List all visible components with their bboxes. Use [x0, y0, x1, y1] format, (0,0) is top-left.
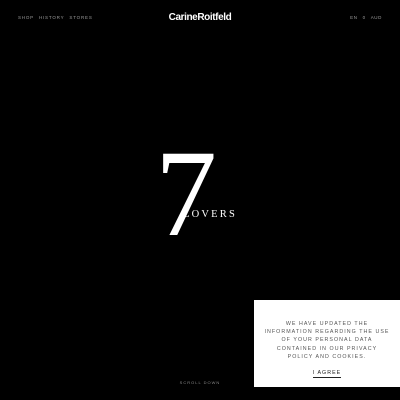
hero-number: 7	[155, 125, 217, 262]
hero-title: LOVERS	[183, 209, 238, 220]
page: SHOP HISTORY STORES CarineRoitfeld EN 0 …	[0, 0, 400, 400]
cookie-message: WE HAVE UPDATED THE INFORMATION REGARDIN…	[264, 321, 390, 360]
cookie-agree-button[interactable]: I AGREE	[312, 370, 342, 378]
cookie-notice: WE HAVE UPDATED THE INFORMATION REGARDIN…	[254, 300, 400, 387]
